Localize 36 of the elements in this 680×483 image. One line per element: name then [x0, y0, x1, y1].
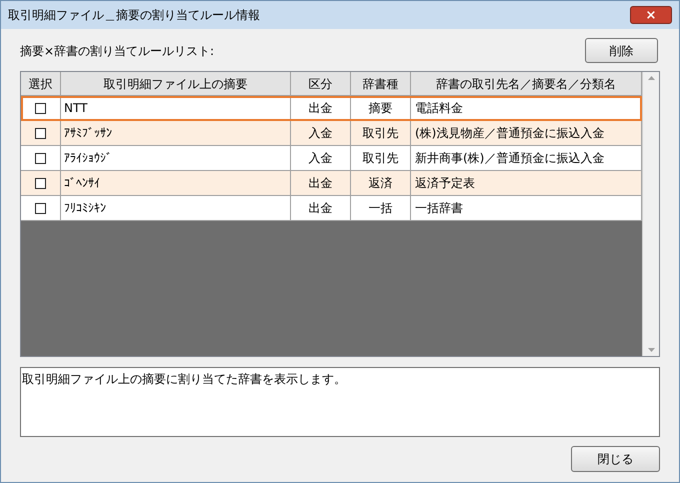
table-cell-text: 一括辞書 [415, 200, 463, 217]
window-title: 取引明細ファイル＿摘要の割り当てルール情報 [8, 7, 260, 24]
table-cell-text: 新井商事(株)／普通預金に振込入金 [415, 150, 604, 167]
table-cell-text: 入金 [308, 125, 332, 142]
description-text: 取引明細ファイル上の摘要に割り当てた辞書を表示します。 [22, 372, 346, 386]
table-cell-text: ｱﾗｲｼｮｳｼﾞ [64, 150, 112, 167]
table-cell-text: ｱｻﾐﾌﾞｯｻﾝ [64, 125, 112, 142]
table-cell-text: 取引先 [362, 125, 398, 142]
close-dialog-button[interactable]: 閉じる [571, 446, 660, 472]
table-cell-text: 一括 [368, 200, 392, 217]
table-cell-text: 出金 [308, 200, 332, 217]
checkbox[interactable] [35, 152, 46, 164]
table-row[interactable]: NTT 出金 摘要 電話料金 [21, 96, 642, 121]
checkbox[interactable] [35, 202, 46, 214]
table-cell-text: ﾌﾘｺﾐｼｷﾝ [64, 200, 106, 217]
table-cell-text: 取引先 [362, 150, 398, 167]
table-cell-text: (株)浅見物産／普通預金に振込入金 [415, 125, 604, 142]
table-cell-text: NTT [64, 100, 88, 117]
checkbox[interactable] [35, 178, 46, 188]
table-cell-text: 摘要 [368, 100, 392, 117]
table-row[interactable]: ｺﾞﾍﾝｻｲ 出金 返済 返済予定表 [21, 171, 642, 196]
table-row[interactable]: ﾌﾘｺﾐｼｷﾝ 出金 一括 一括辞書 [21, 196, 642, 221]
table-cell-text: ｺﾞﾍﾝｻｲ [64, 175, 100, 192]
table-cell-text: 電話料金 [415, 100, 463, 117]
table-cell-text: 出金 [308, 175, 332, 192]
table-cell-text: 返済 [368, 175, 392, 192]
close-button[interactable]: × [630, 6, 672, 24]
delete-button[interactable]: 削除 [585, 38, 658, 63]
checkbox[interactable] [35, 102, 46, 114]
list-label: 摘要×辞書の割り当てルールリスト: [20, 42, 214, 60]
table-cell-text: 返済予定表 [415, 175, 475, 192]
table-cell-text: 入金 [308, 150, 332, 167]
table-row[interactable]: ｱｻﾐﾌﾞｯｻﾝ 入金 取引先 (株)浅見物産／普通預金に振込入金 [21, 121, 642, 146]
table-row[interactable]: ｱﾗｲｼｮｳｼﾞ 入金 取引先 新井商事(株)／普通預金に振込入金 [21, 146, 642, 171]
table-cell-text: 出金 [308, 100, 332, 117]
checkbox[interactable] [35, 128, 46, 138]
